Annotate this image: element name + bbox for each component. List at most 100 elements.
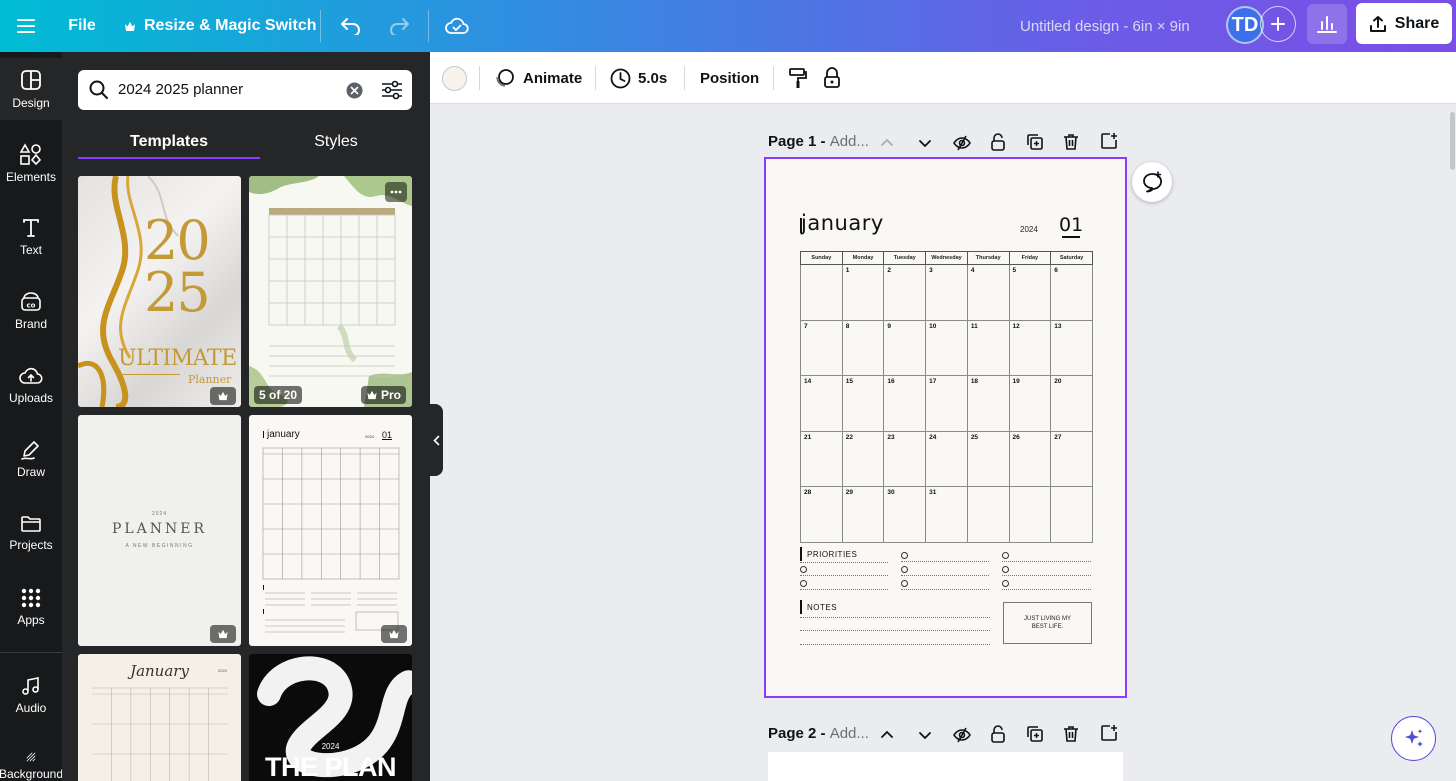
rail-item-text[interactable]: Text — [0, 206, 62, 268]
pro-label: Pro — [381, 388, 402, 402]
priority-checkbox — [901, 566, 908, 573]
calendar-month[interactable]: january — [801, 211, 884, 235]
file-menu-button[interactable]: File — [60, 0, 104, 52]
elements-icon — [19, 142, 42, 165]
priority-line — [901, 589, 989, 590]
redo-button[interactable] — [384, 0, 414, 52]
rail-item-projects[interactable]: Projects — [0, 502, 62, 564]
resize-button[interactable]: Resize & Magic Switch — [124, 0, 317, 52]
search-box[interactable]: 2024 2025 planner — [78, 70, 412, 110]
lock-page-icon[interactable] — [990, 132, 1006, 152]
quote-box[interactable]: JUST LIVING MY BEST LIFE. — [1003, 602, 1092, 644]
priority-checkbox — [800, 580, 807, 587]
more-options-button[interactable] — [385, 182, 407, 202]
add-page-title[interactable]: Add... — [830, 725, 869, 742]
chevron-up-icon[interactable] — [880, 136, 894, 150]
search-input[interactable]: 2024 2025 planner — [118, 81, 243, 98]
rail-item-background[interactable]: Background — [0, 738, 62, 781]
chevron-down-icon[interactable] — [918, 728, 932, 742]
chevron-down-icon[interactable] — [918, 136, 932, 150]
hide-page-icon[interactable] — [952, 133, 972, 153]
duplicate-page-icon[interactable] — [1026, 133, 1044, 151]
template-thumb-minimal-planner[interactable]: 2024 PLANNER A NEW BEGINNING — [78, 415, 241, 646]
add-page-icon[interactable] — [1100, 132, 1118, 150]
add-comment-button[interactable] — [1132, 162, 1172, 202]
priority-line — [901, 561, 989, 562]
animate-button[interactable]: Animate — [494, 52, 582, 104]
apps-icon — [21, 588, 41, 607]
day-cell: 21 — [800, 430, 843, 487]
insights-button[interactable] — [1307, 4, 1347, 44]
tab-styles[interactable]: Styles — [252, 124, 420, 160]
rail-label: Draw — [16, 464, 45, 479]
undo-button[interactable] — [336, 0, 366, 52]
chevron-up-icon[interactable] — [880, 728, 894, 742]
chevron-left-icon — [433, 435, 440, 445]
day-cell: 4 — [966, 264, 1010, 321]
calendar-year[interactable]: 2024 — [1020, 225, 1038, 234]
design-page-1[interactable]: january 2024 01 Sunday Monday Tuesday We… — [764, 157, 1127, 698]
lock-page-icon[interactable] — [990, 724, 1006, 744]
template-thumb-leaf-calendar[interactable]: 5 of 20 Pro — [249, 176, 412, 407]
trash-icon[interactable] — [1063, 133, 1079, 151]
divider — [684, 66, 685, 90]
magic-assistant-button[interactable] — [1391, 716, 1436, 761]
calendar-month-number[interactable]: 01 — [1059, 214, 1083, 236]
thumb-year: 2024 — [321, 742, 340, 751]
share-button[interactable]: Share — [1356, 3, 1452, 44]
add-page-title[interactable]: Add... — [830, 133, 869, 150]
rail-item-design[interactable]: Design — [0, 58, 62, 120]
template-thumb-the-plan[interactable]: 2024 THE PLAN — [249, 654, 412, 781]
rail-item-audio[interactable]: Audio — [0, 664, 62, 726]
add-page-icon[interactable] — [1100, 724, 1118, 742]
design-title[interactable]: Untitled design - 6in × 9in — [1020, 0, 1190, 52]
canvas-scrollbar[interactable] — [1450, 112, 1455, 170]
rail-item-apps[interactable]: Apps — [0, 576, 62, 638]
trash-icon[interactable] — [1063, 725, 1079, 743]
page-1-label[interactable]: Page 1 - Add... — [768, 133, 869, 150]
notes-label[interactable]: NOTES — [807, 603, 837, 612]
music-note-icon — [22, 676, 39, 695]
position-button[interactable]: Position — [700, 52, 759, 104]
rail-label: Uploads — [8, 390, 54, 405]
rail-item-uploads[interactable]: Uploads — [0, 354, 62, 416]
day-cell — [1050, 486, 1093, 543]
page-number: Page 1 - — [768, 133, 826, 150]
template-thumb-january-script[interactable]: January 2024 — [78, 654, 241, 781]
rail-item-brand[interactable]: co Brand — [0, 280, 62, 342]
svg-text:co: co — [27, 301, 36, 309]
week-row: 7 8 9 10 11 12 13 — [800, 319, 1093, 376]
design-page-2[interactable] — [768, 752, 1123, 781]
avatar[interactable]: TD — [1226, 6, 1264, 44]
weekday-header: Thursday — [966, 251, 1010, 265]
save-status-button[interactable] — [442, 0, 472, 52]
lock-button[interactable] — [823, 52, 841, 104]
rail-item-draw[interactable]: Draw — [0, 428, 62, 490]
page-2-label[interactable]: Page 2 - Add... — [768, 725, 869, 742]
filter-icon[interactable] — [381, 80, 403, 100]
rail-label: Projects — [9, 537, 53, 552]
crown-icon — [367, 390, 377, 400]
thumb-title: 20 — [144, 209, 211, 272]
hide-page-icon[interactable] — [952, 725, 972, 745]
duration-button[interactable]: 5.0s — [610, 52, 667, 104]
rail-item-elements[interactable]: Elements — [0, 132, 62, 194]
premium-badge — [381, 625, 407, 643]
invite-button[interactable] — [1260, 6, 1296, 42]
copy-style-button[interactable] — [788, 52, 808, 104]
main-menu-button[interactable] — [8, 0, 44, 52]
crown-icon — [218, 391, 228, 401]
duplicate-page-icon[interactable] — [1026, 725, 1044, 743]
template-thumb-january-calendar[interactable]: january 2024 01 — [249, 415, 412, 646]
tab-templates[interactable]: Templates — [78, 124, 260, 160]
priorities-label[interactable]: PRIORITIES — [807, 550, 857, 559]
collapse-panel-handle[interactable] — [430, 404, 443, 476]
clear-icon[interactable] — [346, 82, 363, 99]
template-thumb-2025-planner[interactable]: 20 25 ULTIMATE Planner — [78, 176, 241, 407]
background-color-swatch[interactable] — [442, 66, 467, 91]
rail-divider — [0, 652, 62, 653]
active-tab-indicator — [78, 157, 260, 159]
day-cell — [1008, 486, 1052, 543]
calendar-grid[interactable]: Sunday Monday Tuesday Wednesday Thursday… — [800, 251, 1093, 543]
notes-accent-bar — [800, 600, 802, 614]
